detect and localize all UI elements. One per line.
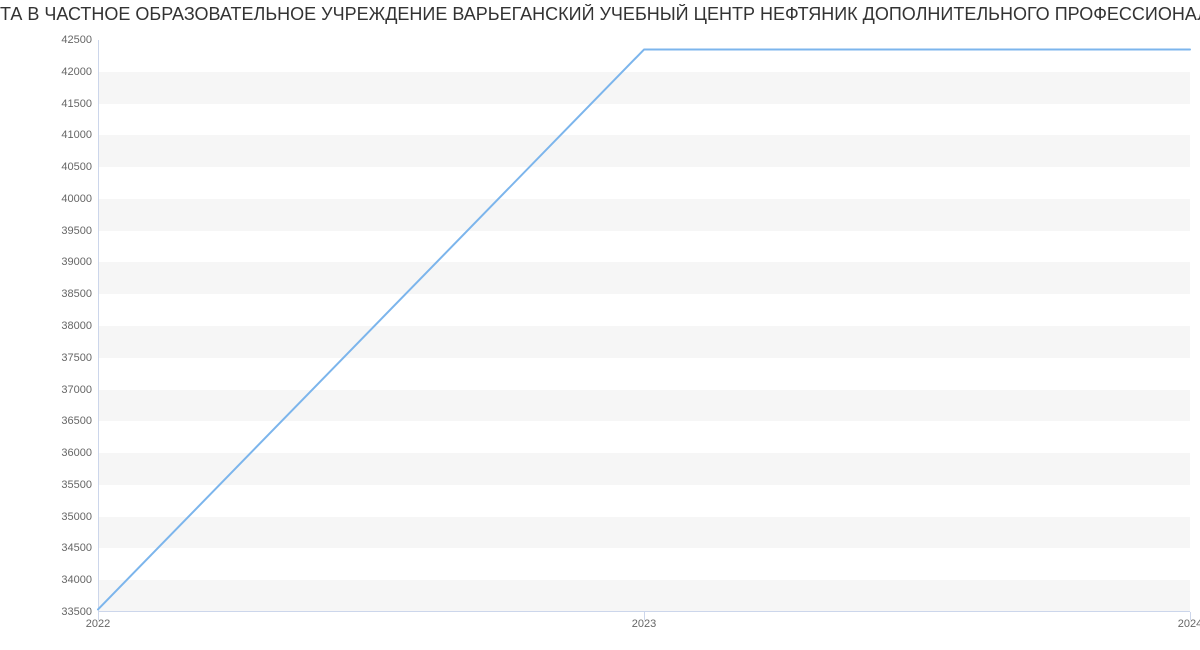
x-tick-mark <box>1190 612 1191 620</box>
y-tick-label: 42000 <box>61 66 92 78</box>
y-tick-label: 37500 <box>61 352 92 364</box>
chart-title: ТА В ЧАСТНОЕ ОБРАЗОВАТЕЛЬНОЕ УЧРЕЖДЕНИЕ … <box>0 4 1200 25</box>
y-tick-label: 37000 <box>61 384 92 396</box>
x-tick-mark <box>644 612 645 620</box>
y-tick-label: 41000 <box>61 129 92 141</box>
y-tick-label: 36500 <box>61 415 92 427</box>
data-line <box>98 50 1190 610</box>
y-tick-label: 41500 <box>61 98 92 110</box>
plot-area <box>98 40 1190 612</box>
y-tick-label: 36000 <box>61 447 92 459</box>
x-tick-label: 2024 <box>1178 618 1200 630</box>
y-tick-label: 39500 <box>61 225 92 237</box>
y-tick-label: 35500 <box>61 479 92 491</box>
y-tick-label: 42500 <box>61 34 92 46</box>
y-tick-label: 34000 <box>61 574 92 586</box>
y-tick-label: 34500 <box>61 542 92 554</box>
y-tick-label: 38000 <box>61 320 92 332</box>
x-tick-mark <box>98 612 99 620</box>
y-tick-label: 33500 <box>61 606 92 618</box>
line-series-svg <box>98 40 1190 612</box>
y-tick-label: 39000 <box>61 256 92 268</box>
y-tick-label: 38500 <box>61 288 92 300</box>
y-tick-label: 35000 <box>61 511 92 523</box>
chart-container: ТА В ЧАСТНОЕ ОБРАЗОВАТЕЛЬНОЕ УЧРЕЖДЕНИЕ … <box>0 0 1200 650</box>
y-tick-label: 40500 <box>61 161 92 173</box>
y-tick-label: 40000 <box>61 193 92 205</box>
